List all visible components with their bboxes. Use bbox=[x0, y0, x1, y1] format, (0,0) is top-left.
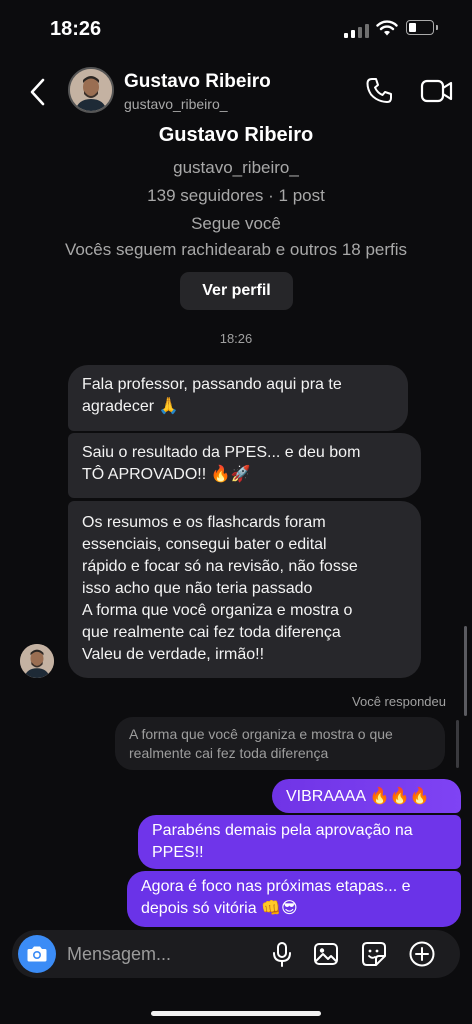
quoted-message[interactable]: A forma que você organiza e mostra o que… bbox=[115, 717, 445, 770]
camera-button[interactable] bbox=[18, 935, 56, 973]
message-line: A forma que você organiza e mostra o bbox=[82, 602, 353, 619]
sticker-icon[interactable] bbox=[360, 940, 388, 968]
header-username[interactable]: gustavo_ribeiro_ bbox=[124, 96, 228, 112]
you-replied-label: Você respondeu bbox=[352, 694, 446, 709]
chat-header: Gustavo Ribeiro gustavo_ribeiro_ bbox=[0, 56, 472, 126]
profile-username: gustavo_ribeiro_ bbox=[173, 158, 299, 177]
message-line: Agora é foco nas próximas etapas... e bbox=[141, 878, 411, 895]
message-line: agradecer 🙏 bbox=[82, 398, 179, 415]
camera-icon bbox=[27, 946, 47, 962]
message-line: essenciais, consegui bater o edital bbox=[82, 536, 327, 553]
profile-name: Gustavo Ribeiro bbox=[158, 124, 314, 146]
status-time: 18:26 bbox=[50, 18, 102, 40]
message-line: TÔ APROVADO!! 🔥🚀 bbox=[82, 466, 251, 483]
message-line: depois só vitória 👊😎 bbox=[141, 900, 298, 917]
wifi-icon bbox=[376, 20, 398, 36]
message-input[interactable]: Mensagem... bbox=[67, 944, 171, 965]
view-profile-button[interactable]: Ver perfil bbox=[180, 272, 293, 310]
message-line: VIBRAAAA 🔥🔥🔥 bbox=[286, 788, 430, 805]
incoming-message[interactable]: Os resumos e os flashcards foram essenci… bbox=[68, 501, 421, 678]
plus-icon[interactable] bbox=[408, 940, 436, 968]
avatar[interactable] bbox=[68, 67, 114, 113]
message-timestamp: 18:26 bbox=[219, 331, 253, 346]
video-camera-icon[interactable] bbox=[420, 77, 454, 105]
microphone-icon[interactable] bbox=[268, 940, 296, 968]
signal-icon bbox=[344, 22, 370, 38]
message-line: isso acho que não teria passado bbox=[82, 580, 313, 597]
message-line: Parabéns demais pela aprovação na bbox=[152, 822, 413, 839]
message-line: Valeu de verdade, irmão!! bbox=[82, 646, 265, 663]
mutual-followers: Vocês seguem rachidearab e outros 18 per… bbox=[64, 240, 408, 259]
home-indicator[interactable] bbox=[151, 1011, 321, 1016]
message-line: Saiu o resultado da PPES... e deu bom bbox=[82, 444, 361, 461]
message-line: Fala professor, passando aqui pra te bbox=[82, 376, 342, 393]
message-line: PPES!! bbox=[152, 844, 204, 861]
sender-avatar[interactable] bbox=[20, 644, 54, 678]
person-photo-icon bbox=[70, 69, 112, 111]
outgoing-message[interactable]: Agora é foco nas próximas etapas... e de… bbox=[127, 871, 461, 927]
person-photo-icon bbox=[20, 644, 54, 678]
outgoing-message[interactable]: Parabéns demais pela aprovação na PPES!! bbox=[138, 815, 461, 869]
quote-line: realmente cai fez toda diferença bbox=[129, 745, 329, 761]
message-line: que realmente cai fez toda diferença bbox=[82, 624, 341, 641]
status-bar: 18:26 bbox=[0, 0, 472, 56]
header-name[interactable]: Gustavo Ribeiro bbox=[124, 71, 271, 93]
follows-you-label: Segue você bbox=[191, 214, 281, 233]
message-line: rápido e focar só na revisão, não fosse bbox=[82, 558, 358, 575]
gallery-icon[interactable] bbox=[312, 940, 340, 968]
message-composer: Mensagem... bbox=[12, 930, 460, 978]
incoming-message[interactable]: Saiu o resultado da PPES... e deu bom TÔ… bbox=[68, 433, 421, 498]
profile-stats: 139 seguidores · 1 post bbox=[147, 186, 325, 205]
quote-indicator bbox=[456, 720, 459, 768]
battery-icon bbox=[406, 20, 438, 35]
quote-line: A forma que você organiza e mostra o que bbox=[129, 726, 393, 742]
outgoing-message[interactable]: VIBRAAAA 🔥🔥🔥 bbox=[272, 779, 461, 813]
profile-summary: Gustavo Ribeiro gustavo_ribeiro_ 139 seg… bbox=[0, 120, 472, 260]
back-chevron-icon[interactable] bbox=[26, 76, 50, 108]
incoming-message[interactable]: Fala professor, passando aqui pra te agr… bbox=[68, 365, 408, 431]
message-line: Os resumos e os flashcards foram bbox=[82, 514, 326, 531]
scrollbar[interactable] bbox=[464, 626, 467, 716]
phone-icon[interactable] bbox=[364, 76, 394, 106]
